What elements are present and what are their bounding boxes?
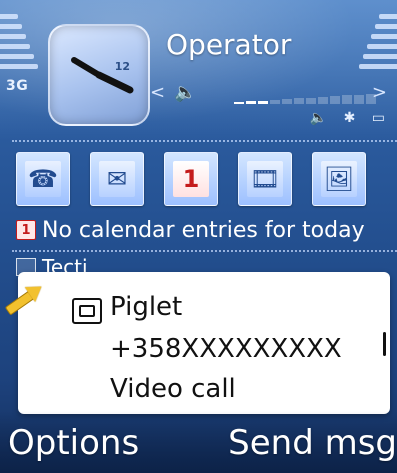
volume-segment xyxy=(270,100,280,104)
network-type: 3G xyxy=(6,78,29,94)
options-softkey[interactable]: Options xyxy=(8,423,139,463)
phone-shortcut[interactable]: ☎ xyxy=(16,152,70,206)
bluetooth-icon: ✱ xyxy=(343,110,362,126)
operator-name: Operator xyxy=(166,28,292,61)
volume-segment xyxy=(342,95,352,104)
volume-segment xyxy=(306,98,316,104)
softkeys-bar: Options Send msg xyxy=(0,411,397,473)
calendar-shortcut[interactable]: 1 xyxy=(164,152,218,206)
calendar-row[interactable]: 1 No calendar entries for today xyxy=(16,214,397,246)
clock-widget[interactable]: 12 xyxy=(48,24,150,126)
chevron-left-icon: < xyxy=(150,82,166,103)
volume-segment xyxy=(354,95,364,104)
messages-shortcut[interactable]: ✉ xyxy=(90,152,144,206)
envelope-icon: ✉ xyxy=(106,165,128,193)
signal-strength xyxy=(0,14,40,74)
contact-name: Piglet xyxy=(110,292,183,322)
volume-segment xyxy=(294,98,304,104)
divider-top xyxy=(12,140,397,142)
popup-scroll-indicator xyxy=(383,332,386,356)
battery-icon: ▭ xyxy=(371,110,391,126)
film-icon: 🎞 xyxy=(249,165,281,193)
volume-level xyxy=(234,94,384,104)
contact-popup[interactable]: Piglet +358XXXXXXXXX Video call xyxy=(18,272,390,414)
volume-segment xyxy=(318,97,328,104)
calendar-icon: 1 xyxy=(182,165,200,193)
contact-number: +358XXXXXXXXX xyxy=(110,334,342,364)
volume-segment xyxy=(258,101,268,104)
speaker-icon: 🔈 xyxy=(309,110,334,126)
phone-icon: ☎ xyxy=(28,165,58,193)
speaker-icon: 🔈 xyxy=(174,82,197,103)
clock-mark: 12 xyxy=(114,60,130,73)
volume-segment xyxy=(330,96,340,104)
divider-middle xyxy=(12,250,397,252)
contact-card-icon xyxy=(72,298,102,324)
volume-segment xyxy=(246,101,256,104)
clock-hands-icon xyxy=(71,57,134,94)
media-shortcut[interactable]: 🎞 xyxy=(238,152,292,206)
calendar-icon: 1 xyxy=(16,220,36,240)
volume-row[interactable]: < 🔈 > xyxy=(150,82,397,108)
send-msg-softkey[interactable]: Send msg xyxy=(228,423,397,463)
contact-action: Video call xyxy=(110,374,236,404)
chevron-right-icon: > xyxy=(371,82,387,103)
shortcuts-bar: ☎ ✉ 1 🎞 🖼 xyxy=(16,152,397,206)
photo-icon: 🖼 xyxy=(323,165,355,193)
status-icons: 🔈 ✱ ▭ xyxy=(310,110,391,126)
volume-segment xyxy=(234,102,244,104)
volume-segment xyxy=(282,99,292,104)
calendar-text: No calendar entries for today xyxy=(42,217,365,243)
gallery-shortcut[interactable]: 🖼 xyxy=(312,152,366,206)
